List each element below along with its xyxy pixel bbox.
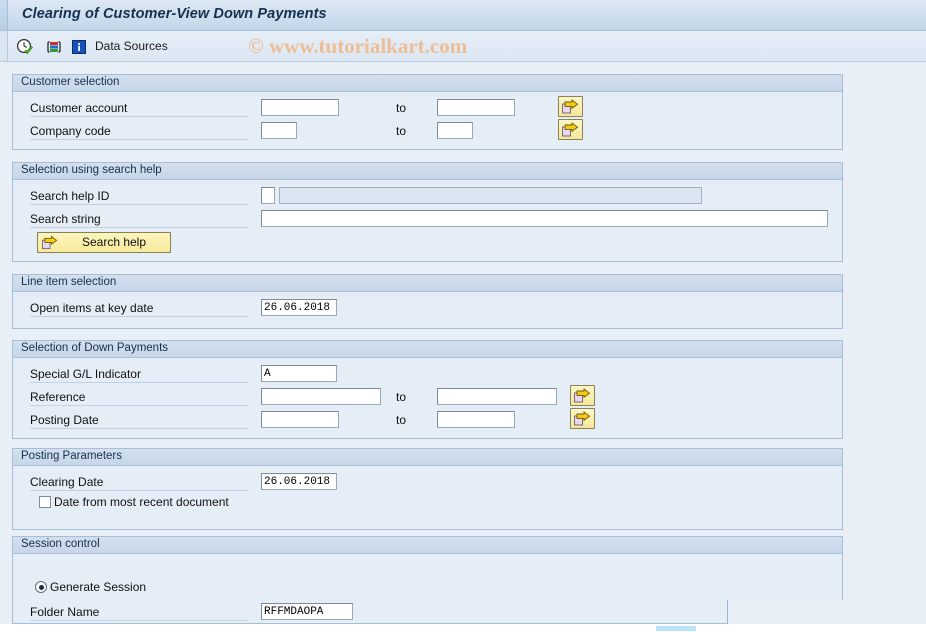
radio-label-generate-session: Generate Session [50,580,147,594]
search-help-button-label: Search help [81,235,147,249]
group-body-line-item-selection: Open items at key date [13,292,842,328]
group-line-item-selection: Line item selection Open items at key da… [12,274,843,329]
application-toolbar: Data Sources [0,31,926,62]
group-body-posting-parameters: Clearing Date Date from most recent docu… [13,466,842,529]
group-body-customer-selection: Customer account to Company code to [13,92,842,149]
data-sources-button[interactable]: Data Sources [95,39,168,53]
checkbox-date-from-most-recent-document[interactable]: Date from most recent document [39,495,229,509]
label-customer-account: Customer account [30,101,248,117]
row-clearing-date: Clearing Date [13,472,842,492]
row-open-items-key-date: Open items at key date [13,298,842,318]
input-special-gl-indicator[interactable] [261,365,337,382]
get-variant-icon[interactable] [45,38,63,56]
label-search-string: Search string [30,212,248,228]
input-company-code-from[interactable] [261,122,297,139]
bottom-panel-divider [727,600,728,624]
label-to-posting-date: to [396,413,407,427]
label-folder-name: Folder Name [30,605,248,621]
row-folder-name: Folder Name [13,602,842,622]
multiple-selection-arrow-icon-company-code[interactable] [558,119,583,140]
group-title-down-payments: Selection of Down Payments [13,341,842,358]
input-search-help-id[interactable] [261,187,275,204]
label-special-gl-indicator: Special G/L Indicator [30,367,248,383]
title-accent-strip [0,0,8,30]
input-company-code-to[interactable] [437,122,473,139]
input-folder-name[interactable] [261,603,353,620]
group-body-down-payments: Special G/L Indicator Reference to [13,358,842,438]
label-posting-date: Posting Date [30,413,248,429]
page-title: Clearing of Customer-View Down Payments [22,6,327,22]
group-body-search-help: Search help ID Search string Search help [13,180,842,261]
toolbar-accent-strip [0,31,8,61]
multiple-selection-arrow-icon-reference[interactable] [570,385,595,406]
row-company-code: Company code to [13,119,842,141]
input-reference-from[interactable] [261,388,381,405]
bottom-white-strip [0,624,926,632]
row-posting-date: Posting Date to [13,408,842,430]
arrow-right-page-icon [562,99,579,114]
row-search-string: Search string [13,209,842,229]
group-title-posting-parameters: Posting Parameters [13,449,842,466]
radio-button-icon [35,581,47,593]
label-company-code: Company code [30,124,248,140]
input-customer-account-from[interactable] [261,99,339,116]
group-title-search-help: Selection using search help [13,163,842,180]
input-reference-to[interactable] [437,388,557,405]
group-title-session-control: Session control [13,537,842,554]
input-search-help-id-description [279,187,702,204]
window-title-bar: Clearing of Customer-View Down Payments [0,0,926,31]
input-open-items-at-key-date[interactable] [261,299,337,316]
bottom-scroll-indicator[interactable] [656,626,696,631]
group-session-control: Session control Generate Session Folder … [12,536,843,624]
arrow-right-page-icon [574,388,591,403]
execute-clock-check-icon[interactable] [16,38,34,56]
row-search-help-id: Search help ID [13,186,842,206]
label-reference: Reference [30,390,248,406]
input-customer-account-to[interactable] [437,99,515,116]
row-reference: Reference to [13,385,842,407]
group-search-help: Selection using search help Search help … [12,162,843,262]
group-body-session-control: Generate Session Folder Name [13,554,842,623]
radio-generate-session[interactable]: Generate Session [35,580,146,594]
label-to-reference: to [396,390,407,404]
group-customer-selection: Customer selection Customer account to C… [12,74,843,150]
label-to-customer-account: to [396,101,407,115]
input-clearing-date[interactable] [261,473,337,490]
multiple-selection-arrow-icon-customer-account[interactable] [558,96,583,117]
checkbox-label-date-from-most-recent-document: Date from most recent document [54,495,229,509]
information-icon[interactable] [70,38,88,56]
arrow-right-page-icon [42,235,58,250]
sap-selection-screen: Clearing of Customer-View Down Payments [0,0,926,632]
row-customer-account: Customer account to [13,96,842,118]
bottom-right-panel [728,600,926,624]
label-clearing-date: Clearing Date [30,475,248,491]
group-title-line-item-selection: Line item selection [13,275,842,292]
label-to-company-code: to [396,124,407,138]
input-posting-date-to[interactable] [437,411,515,428]
checkbox-box-icon [39,496,51,508]
input-posting-date-from[interactable] [261,411,339,428]
group-down-payments: Selection of Down Payments Special G/L I… [12,340,843,439]
search-help-button[interactable]: Search help [37,232,171,253]
label-search-help-id: Search help ID [30,189,248,205]
group-title-customer-selection: Customer selection [13,75,842,92]
multiple-selection-arrow-icon-posting-date[interactable] [570,408,595,429]
input-search-string[interactable] [261,210,828,227]
label-open-items-at-key-date: Open items at key date [30,301,248,317]
arrow-right-page-icon [562,122,579,137]
arrow-right-page-icon [574,411,591,426]
row-special-gl-indicator: Special G/L Indicator [13,364,842,384]
group-posting-parameters: Posting Parameters Clearing Date Date fr… [12,448,843,530]
